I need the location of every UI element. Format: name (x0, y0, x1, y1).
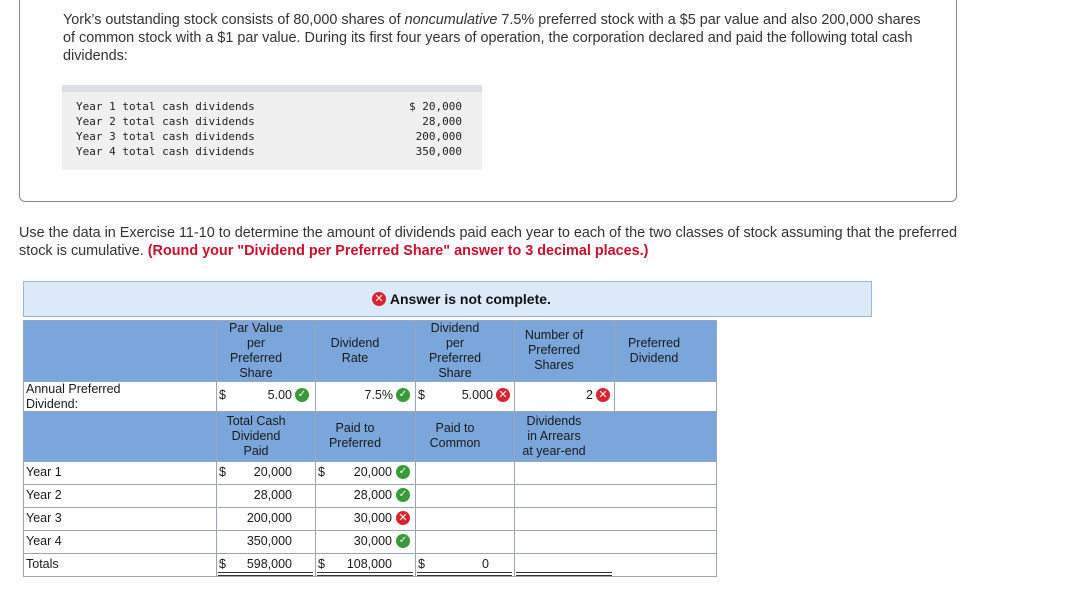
row-label: Year 4 (26, 534, 62, 548)
dividend-label: Year 4 total cash dividends (76, 145, 255, 158)
total-cash-value: 28,000 (253, 488, 292, 502)
check-icon: ✓ (396, 534, 410, 548)
total-cash-value: 350,000 (246, 534, 292, 548)
dividend-label: Year 3 total cash dividends (76, 130, 255, 143)
header-total-cash: Total Cash Dividend Paid (226, 414, 286, 458)
total-cash-value: 20,000 (253, 465, 292, 479)
answer-status: ✕ Answer is not complete. (372, 291, 551, 307)
dividend-rate-input[interactable]: 7.5% (357, 388, 394, 402)
paid-preferred-total: 108,000 (346, 557, 392, 571)
error-icon: ✕ (396, 511, 410, 525)
paid-preferred-input[interactable]: 30,000 (335, 511, 392, 525)
currency-sign: $ (318, 465, 325, 479)
answer-status-text: Answer is not complete. (389, 291, 551, 307)
paid-preferred-input[interactable]: 28,000 (335, 488, 392, 502)
dividend-table: Year 1 total cash dividends $ 20,000 Yea… (62, 85, 482, 170)
check-icon: ✓ (396, 465, 410, 479)
row-label: Year 3 (26, 511, 62, 525)
dividend-value: 350,000 (415, 145, 462, 158)
problem-intro: York’s outstanding stock consists of 80,… (63, 11, 923, 65)
answer-banner: ✕ Answer is not complete. (23, 281, 872, 317)
dividend-per-share-input[interactable]: 5.000 (457, 388, 493, 402)
currency-sign: $ (418, 557, 425, 571)
dividend-value: 200,000 (415, 130, 462, 143)
number-shares-input[interactable]: 2 (563, 388, 593, 402)
dividend-label: Year 2 total cash dividends (76, 115, 255, 128)
intro-part1: York’s outstanding stock consists of 80,… (63, 12, 405, 28)
paid-preferred-input[interactable]: 30,000 (335, 534, 392, 548)
currency-sign: $ (318, 557, 325, 571)
dividend-value: 28,000 (422, 115, 462, 128)
total-cash-value: 598,000 (246, 557, 292, 571)
intro-italic: noncumulative (404, 12, 498, 28)
check-icon: ✓ (295, 388, 309, 402)
rounding-note: (Round your "Dividend per Preferred Shar… (147, 243, 649, 259)
header-preferred-dividend: Preferred Dividend (627, 336, 681, 365)
header-dividend-rate: Dividend Rate (330, 336, 380, 365)
header-paid-preferred: Paid to Preferred (328, 421, 382, 450)
error-icon: ✕ (496, 388, 510, 402)
worksheet-table: Par Value per Preferred Share Dividend Rate … (23, 320, 717, 578)
row-label: Year 2 (26, 488, 62, 502)
row-label: Totals (26, 557, 59, 571)
instructions: Use the data in Exercise 11-10 to determ… (19, 224, 959, 260)
header-number-preferred: Number of Preferred Shares (524, 328, 584, 372)
header-par-value: Par Value per Preferred Share (229, 321, 283, 380)
currency-sign: $ (219, 465, 226, 479)
currency-sign: $ (219, 557, 226, 571)
row-label: Year 1 (26, 465, 62, 479)
total-cash-value: 200,000 (246, 511, 292, 525)
header-arrears: Dividends in Arrears at year-end (522, 414, 586, 458)
header-dividend-per-share: Dividend per Preferred Share (428, 321, 482, 380)
dividend-label: Year 1 total cash dividends (76, 100, 255, 113)
error-icon: ✕ (372, 292, 386, 306)
annual-preferred-label: Annual Preferred Dividend: (26, 382, 121, 411)
error-icon: ✕ (596, 388, 610, 402)
dividend-value: $ 20,000 (409, 100, 462, 113)
paid-common-total: 0 (482, 557, 489, 571)
check-icon: ✓ (396, 388, 410, 402)
paid-preferred-input[interactable]: 20,000 (335, 465, 392, 479)
header-paid-common: Paid to Common (429, 421, 481, 450)
check-icon: ✓ (396, 488, 410, 502)
par-value-input[interactable]: 5.00 (264, 388, 292, 402)
currency-sign: $ (219, 388, 226, 402)
currency-sign: $ (418, 388, 425, 402)
